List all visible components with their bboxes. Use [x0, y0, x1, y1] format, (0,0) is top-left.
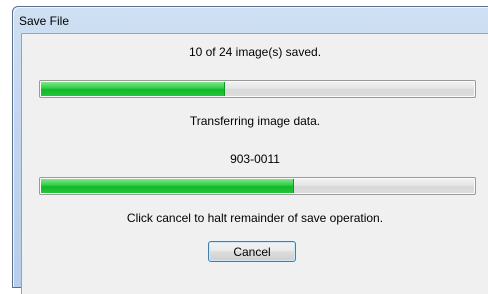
overall-progress-bar	[39, 80, 476, 98]
item-progress-fill	[41, 179, 295, 193]
window-title: Save File	[19, 14, 70, 28]
cancel-button[interactable]: Cancel	[208, 241, 296, 262]
instruction-text: Click cancel to halt remainder of save o…	[126, 211, 384, 225]
dialog-content: 10 of 24 image(s) saved. Transferring im…	[21, 33, 488, 294]
overall-progress-fill	[41, 82, 225, 96]
saved-count-text: 10 of 24 image(s) saved.	[188, 45, 322, 59]
save-file-window: Save File 10 of 24 image(s) saved. Trans…	[12, 6, 488, 294]
item-progress-bar	[39, 177, 476, 195]
title-bar[interactable]: Save File	[13, 7, 488, 31]
current-item-text: 903-0011	[230, 152, 280, 166]
transfer-status-text: Transferring image data.	[189, 114, 321, 128]
